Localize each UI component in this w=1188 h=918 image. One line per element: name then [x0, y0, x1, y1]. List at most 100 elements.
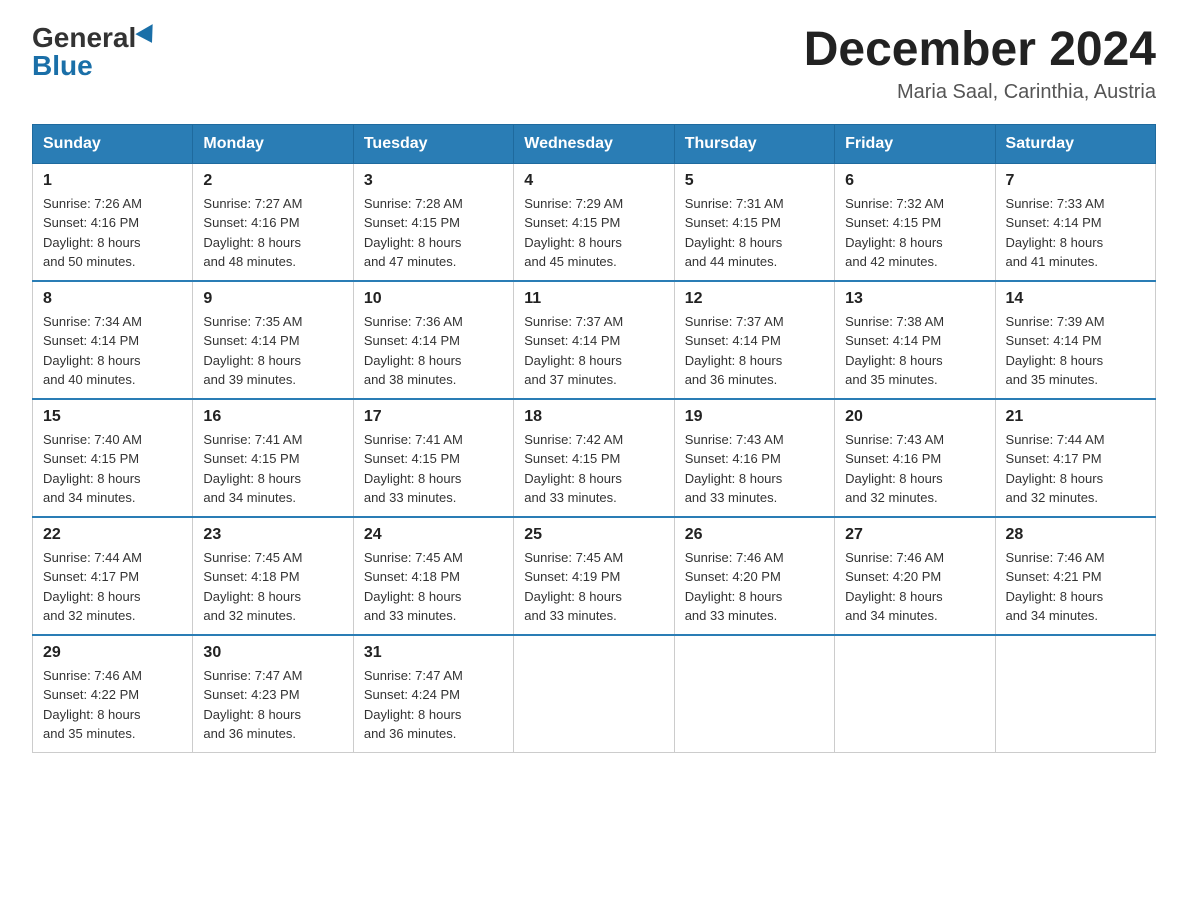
day-number: 4 — [524, 172, 663, 190]
calendar-cell — [995, 635, 1155, 753]
calendar-cell: 23 Sunrise: 7:45 AMSunset: 4:18 PMDayligh… — [193, 517, 353, 635]
page-header: General Blue December 2024 Maria Saal, C… — [32, 24, 1156, 104]
calendar-cell: 20 Sunrise: 7:43 AMSunset: 4:16 PMDayligh… — [835, 399, 995, 517]
day-number: 27 — [845, 526, 984, 544]
day-number: 21 — [1006, 408, 1145, 426]
day-info: Sunrise: 7:47 AMSunset: 4:24 PMDaylight:… — [364, 666, 503, 744]
calendar-cell: 16 Sunrise: 7:41 AMSunset: 4:15 PMDayligh… — [193, 399, 353, 517]
day-header-friday: Friday — [835, 124, 995, 163]
calendar-cell: 2 Sunrise: 7:27 AMSunset: 4:16 PMDaylight… — [193, 163, 353, 281]
calendar-table: SundayMondayTuesdayWednesdayThursdayFrid… — [32, 124, 1156, 753]
day-info: Sunrise: 7:45 AMSunset: 4:19 PMDaylight:… — [524, 548, 663, 626]
logo-blue-text: Blue — [32, 52, 93, 80]
day-number: 17 — [364, 408, 503, 426]
day-info: Sunrise: 7:43 AMSunset: 4:16 PMDaylight:… — [685, 430, 824, 508]
calendar-cell: 12 Sunrise: 7:37 AMSunset: 4:14 PMDayligh… — [674, 281, 834, 399]
calendar-week-row: 29Sunrise: 7:46 AMSunset: 4:22 PMDayligh… — [33, 635, 1156, 753]
calendar-cell: 30Sunrise: 7:47 AMSunset: 4:23 PMDayligh… — [193, 635, 353, 753]
day-info: Sunrise: 7:37 AMSunset: 4:14 PMDaylight:… — [524, 312, 663, 390]
day-info: Sunrise: 7:40 AMSunset: 4:15 PMDaylight:… — [43, 430, 182, 508]
day-number: 12 — [685, 290, 824, 308]
month-year-title: December 2024 — [804, 24, 1156, 77]
day-info: Sunrise: 7:45 AMSunset: 4:18 PMDaylight:… — [364, 548, 503, 626]
day-info: Sunrise: 7:32 AMSunset: 4:15 PMDaylight:… — [845, 194, 984, 272]
calendar-cell: 31 Sunrise: 7:47 AMSunset: 4:24 PMDayligh… — [353, 635, 513, 753]
calendar-cell: 11 Sunrise: 7:37 AMSunset: 4:14 PMDayligh… — [514, 281, 674, 399]
day-info: Sunrise: 7:35 AMSunset: 4:14 PMDaylight:… — [203, 312, 342, 390]
day-number: 13 — [845, 290, 984, 308]
calendar-cell: 9 Sunrise: 7:35 AMSunset: 4:14 PMDaylight… — [193, 281, 353, 399]
day-info: Sunrise: 7:42 AMSunset: 4:15 PMDaylight:… — [524, 430, 663, 508]
day-info: Sunrise: 7:27 AMSunset: 4:16 PMDaylight:… — [203, 194, 342, 272]
day-number: 14 — [1006, 290, 1145, 308]
calendar-cell: 24 Sunrise: 7:45 AMSunset: 4:18 PMDayligh… — [353, 517, 513, 635]
day-number: 18 — [524, 408, 663, 426]
day-info: Sunrise: 7:33 AMSunset: 4:14 PMDaylight:… — [1006, 194, 1145, 272]
day-number: 24 — [364, 526, 503, 544]
calendar-cell: 29Sunrise: 7:46 AMSunset: 4:22 PMDayligh… — [33, 635, 193, 753]
day-info: Sunrise: 7:44 AMSunset: 4:17 PMDaylight:… — [1006, 430, 1145, 508]
calendar-cell: 15 Sunrise: 7:40 AMSunset: 4:15 PMDayligh… — [33, 399, 193, 517]
calendar-header-row: SundayMondayTuesdayWednesdayThursdayFrid… — [33, 124, 1156, 163]
calendar-cell: 8Sunrise: 7:34 AMSunset: 4:14 PMDaylight… — [33, 281, 193, 399]
calendar-cell: 21 Sunrise: 7:44 AMSunset: 4:17 PMDayligh… — [995, 399, 1155, 517]
day-info: Sunrise: 7:43 AMSunset: 4:16 PMDaylight:… — [845, 430, 984, 508]
calendar-week-row: 15 Sunrise: 7:40 AMSunset: 4:15 PMDayligh… — [33, 399, 1156, 517]
calendar-week-row: 22Sunrise: 7:44 AMSunset: 4:17 PMDayligh… — [33, 517, 1156, 635]
day-header-monday: Monday — [193, 124, 353, 163]
day-number: 26 — [685, 526, 824, 544]
day-number: 7 — [1006, 172, 1145, 190]
day-header-tuesday: Tuesday — [353, 124, 513, 163]
day-number: 20 — [845, 408, 984, 426]
day-info: Sunrise: 7:31 AMSunset: 4:15 PMDaylight:… — [685, 194, 824, 272]
location-subtitle: Maria Saal, Carinthia, Austria — [804, 81, 1156, 104]
day-info: Sunrise: 7:46 AMSunset: 4:20 PMDaylight:… — [685, 548, 824, 626]
day-number: 31 — [364, 644, 503, 662]
day-info: Sunrise: 7:37 AMSunset: 4:14 PMDaylight:… — [685, 312, 824, 390]
title-area: December 2024 Maria Saal, Carinthia, Aus… — [804, 24, 1156, 104]
day-header-wednesday: Wednesday — [514, 124, 674, 163]
day-info: Sunrise: 7:39 AMSunset: 4:14 PMDaylight:… — [1006, 312, 1145, 390]
calendar-cell: 28Sunrise: 7:46 AMSunset: 4:21 PMDayligh… — [995, 517, 1155, 635]
day-number: 25 — [524, 526, 663, 544]
calendar-cell: 13 Sunrise: 7:38 AMSunset: 4:14 PMDayligh… — [835, 281, 995, 399]
day-number: 11 — [524, 290, 663, 308]
calendar-cell: 25 Sunrise: 7:45 AMSunset: 4:19 PMDayligh… — [514, 517, 674, 635]
calendar-week-row: 8Sunrise: 7:34 AMSunset: 4:14 PMDaylight… — [33, 281, 1156, 399]
day-info: Sunrise: 7:36 AMSunset: 4:14 PMDaylight:… — [364, 312, 503, 390]
calendar-cell: 5Sunrise: 7:31 AMSunset: 4:15 PMDaylight… — [674, 163, 834, 281]
day-info: Sunrise: 7:41 AMSunset: 4:15 PMDaylight:… — [364, 430, 503, 508]
day-number: 15 — [43, 408, 182, 426]
day-info: Sunrise: 7:34 AMSunset: 4:14 PMDaylight:… — [43, 312, 182, 390]
day-number: 3 — [364, 172, 503, 190]
day-number: 30 — [203, 644, 342, 662]
day-info: Sunrise: 7:41 AMSunset: 4:15 PMDaylight:… — [203, 430, 342, 508]
calendar-cell: 26 Sunrise: 7:46 AMSunset: 4:20 PMDayligh… — [674, 517, 834, 635]
day-number: 16 — [203, 408, 342, 426]
day-number: 23 — [203, 526, 342, 544]
calendar-cell: 7 Sunrise: 7:33 AMSunset: 4:14 PMDaylight… — [995, 163, 1155, 281]
calendar-cell: 17 Sunrise: 7:41 AMSunset: 4:15 PMDayligh… — [353, 399, 513, 517]
calendar-cell: 10 Sunrise: 7:36 AMSunset: 4:14 PMDayligh… — [353, 281, 513, 399]
calendar-cell — [835, 635, 995, 753]
calendar-cell: 18 Sunrise: 7:42 AMSunset: 4:15 PMDayligh… — [514, 399, 674, 517]
calendar-cell: 27Sunrise: 7:46 AMSunset: 4:20 PMDayligh… — [835, 517, 995, 635]
day-info: Sunrise: 7:45 AMSunset: 4:18 PMDaylight:… — [203, 548, 342, 626]
calendar-cell: 3Sunrise: 7:28 AMSunset: 4:15 PMDaylight… — [353, 163, 513, 281]
day-number: 2 — [203, 172, 342, 190]
logo-triangle-icon — [136, 24, 161, 48]
day-info: Sunrise: 7:26 AMSunset: 4:16 PMDaylight:… — [43, 194, 182, 272]
day-header-sunday: Sunday — [33, 124, 193, 163]
day-info: Sunrise: 7:38 AMSunset: 4:14 PMDaylight:… — [845, 312, 984, 390]
calendar-cell: 1 Sunrise: 7:26 AMSunset: 4:16 PMDaylight… — [33, 163, 193, 281]
day-number: 1 — [43, 172, 182, 190]
calendar-cell: 4Sunrise: 7:29 AMSunset: 4:15 PMDaylight… — [514, 163, 674, 281]
calendar-cell: 19Sunrise: 7:43 AMSunset: 4:16 PMDayligh… — [674, 399, 834, 517]
day-number: 9 — [203, 290, 342, 308]
day-number: 10 — [364, 290, 503, 308]
calendar-cell: 6 Sunrise: 7:32 AMSunset: 4:15 PMDaylight… — [835, 163, 995, 281]
logo-general-text: General — [32, 24, 136, 52]
day-info: Sunrise: 7:46 AMSunset: 4:21 PMDaylight:… — [1006, 548, 1145, 626]
day-number: 6 — [845, 172, 984, 190]
logo: General Blue — [32, 24, 158, 80]
